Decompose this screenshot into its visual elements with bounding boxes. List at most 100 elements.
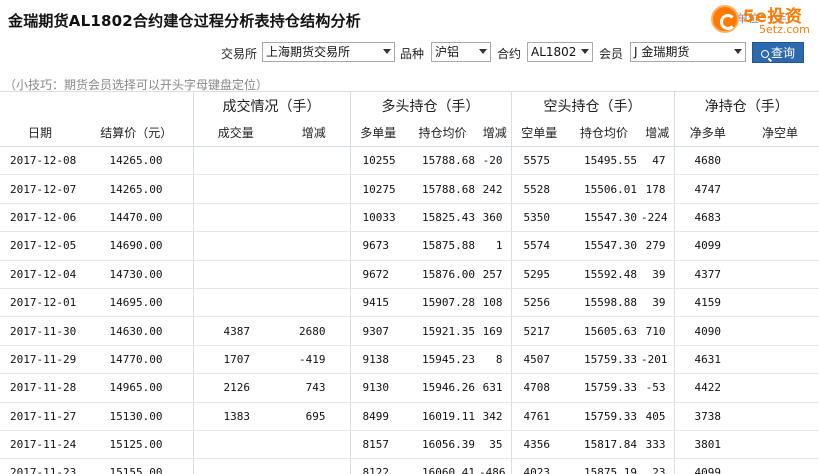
cell-short-change: 405 [641, 402, 675, 431]
cell-long: 9415 [350, 288, 406, 318]
col-short-change[interactable]: 增减 [641, 119, 675, 147]
cell-settle: 14730.00 [80, 260, 194, 289]
chevron-down-icon [479, 49, 487, 54]
search-button-label: 查询 [770, 46, 795, 60]
cell-volume-change [278, 174, 351, 204]
cell-net-short [741, 430, 819, 460]
cell-long: 9307 [350, 316, 406, 346]
contract-select[interactable]: AL1802 [527, 42, 593, 62]
cell-short-avg: 15506.01 [567, 174, 641, 204]
cell-short: 4507 [511, 345, 567, 375]
cell-volume [193, 231, 278, 261]
cell-short-change: 178 [641, 174, 675, 204]
col-volume-change[interactable]: 增减 [278, 119, 351, 147]
cell-short-avg: 15759.33 [567, 402, 641, 431]
col-short[interactable]: 空单量 [511, 119, 567, 147]
cell-short-avg: 15547.30 [567, 231, 641, 261]
col-long[interactable]: 多单量 [350, 119, 406, 147]
exchange-label: 交易所 [221, 47, 258, 61]
col-volume[interactable]: 成交量 [193, 119, 278, 147]
col-net-short[interactable]: 净空单 [741, 119, 819, 147]
cell-volume-change [278, 203, 351, 233]
table-row: 2017-12-07 14265.00 10275 15788.68 242 5528 15… [0, 174, 819, 204]
member-select[interactable]: J 金瑞期货 [630, 42, 746, 62]
cell-long: 8157 [350, 430, 406, 460]
cell-short-change: 39 [641, 260, 675, 289]
cell-volume [193, 430, 278, 460]
cell-net-long: 4631 [674, 345, 741, 375]
cell-short-change: 279 [641, 231, 675, 261]
cell-net-long: 4680 [674, 146, 741, 176]
col-settle[interactable]: 结算价（元） [80, 119, 194, 147]
page-title: 金瑞期货AL1802合约建仓过程分析表持仓结构分析 [8, 12, 361, 30]
column-header-row: 日期 结算价（元） 成交量 增减 多单量 持仓均价 增减 空单量 持仓均价 增减… [0, 119, 819, 147]
chevron-down-icon [581, 49, 589, 54]
exchange-select[interactable]: 上海期货交易所 [262, 42, 395, 62]
group-header-long: 多头持仓（手） [350, 91, 512, 120]
cell-long-avg: 15875.88 [406, 231, 479, 261]
cell-short-avg: 15598.88 [567, 288, 641, 318]
col-short-avg[interactable]: 持仓均价 [567, 119, 641, 147]
cell-short-change: 710 [641, 316, 675, 346]
cell-volume-change: 743 [278, 373, 351, 403]
cell-long-change: 169 [479, 316, 512, 346]
cell-date: 2017-12-01 [0, 288, 80, 318]
cell-net-long: 4099 [674, 458, 741, 474]
cell-short: 5574 [511, 231, 567, 261]
cell-date: 2017-12-05 [0, 231, 80, 261]
col-long-change[interactable]: 增减 [479, 119, 512, 147]
cell-short-change: -224 [641, 203, 675, 233]
col-net-long[interactable]: 净多单 [674, 119, 741, 147]
table-row: 2017-12-05 14690.00 9673 15875.88 1 5574 15547… [0, 231, 819, 261]
cell-volume [193, 458, 278, 474]
cell-short: 4761 [511, 402, 567, 431]
table-row: 2017-11-27 15130.00 1383 695 8499 16019.11 342… [0, 402, 819, 431]
site-logo[interactable]: 5e投资 5etz.com [711, 2, 815, 38]
cell-short-avg: 15547.30 [567, 203, 641, 233]
cell-long-avg: 15907.28 [406, 288, 479, 318]
cell-long-avg: 15788.68 [406, 174, 479, 204]
cell-short-avg: 15759.33 [567, 373, 641, 403]
cell-short: 5295 [511, 260, 567, 289]
cell-volume: 1707 [193, 345, 278, 375]
cell-long-avg: 16019.11 [406, 402, 479, 431]
cell-long: 10033 [350, 203, 406, 233]
cell-long-change: 242 [479, 174, 512, 204]
cell-date: 2017-11-30 [0, 316, 80, 346]
table-row: 2017-11-24 15125.00 8157 16056.39 35 4356 1581… [0, 430, 819, 460]
table-row: 2017-11-28 14965.00 2126 743 9130 15946.26 631… [0, 373, 819, 403]
cell-long-change: 342 [479, 402, 512, 431]
cell-volume-change [278, 146, 351, 176]
cell-volume: 2126 [193, 373, 278, 403]
cell-net-short [741, 458, 819, 474]
member-label: 会员 [599, 47, 624, 61]
chevron-down-icon [734, 49, 742, 54]
cell-short-change: 333 [641, 430, 675, 460]
variety-select[interactable]: 沪铝 [431, 42, 491, 62]
group-header-volume: 成交情况（手） [193, 91, 351, 120]
cell-date: 2017-12-07 [0, 174, 80, 204]
cell-long: 8122 [350, 458, 406, 474]
cell-net-long: 4090 [674, 316, 741, 346]
col-date[interactable]: 日期 [0, 119, 80, 147]
cell-short: 5528 [511, 174, 567, 204]
cell-long: 9673 [350, 231, 406, 261]
search-button[interactable]: 查询 [752, 42, 804, 63]
cell-volume-change: -419 [278, 345, 351, 375]
cell-short: 5217 [511, 316, 567, 346]
group-header-row: 成交情况（手） 多头持仓（手） 空头持仓（手） 净持仓（手） [0, 91, 819, 120]
cell-settle: 15155.00 [80, 458, 194, 474]
cell-short-avg: 15817.84 [567, 430, 641, 460]
cell-short: 5575 [511, 146, 567, 176]
cell-settle: 15125.00 [80, 430, 194, 460]
cell-short: 4708 [511, 373, 567, 403]
group-header-blank [0, 91, 194, 120]
cell-short-change: -201 [641, 345, 675, 375]
table-row: 2017-11-29 14770.00 1707 -419 9138 15945.23 8 4… [0, 345, 819, 375]
cell-short-change: -53 [641, 373, 675, 403]
col-long-avg[interactable]: 持仓均价 [406, 119, 479, 147]
cell-long-change: 35 [479, 430, 512, 460]
cell-net-long: 4683 [674, 203, 741, 233]
group-header-net: 净持仓（手） [674, 91, 819, 120]
cell-net-long: 4747 [674, 174, 741, 204]
